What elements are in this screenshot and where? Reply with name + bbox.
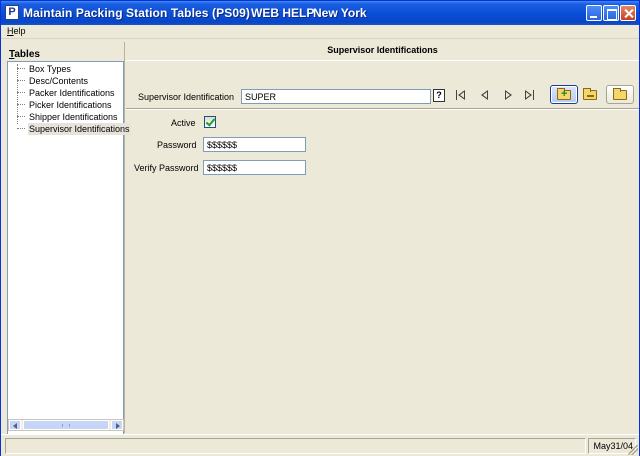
page-title: Supervisor Identifications: [327, 45, 438, 55]
first-record-icon[interactable]: [454, 89, 468, 102]
delete-record-button[interactable]: [579, 85, 601, 104]
app-window: P Maintain Packing Station Tables (PS09)…: [0, 0, 640, 456]
add-folder-icon: [557, 88, 571, 100]
supervisor-id-input[interactable]: SUPER: [241, 89, 431, 104]
divider: [126, 60, 639, 61]
status-bar: May31/04: [1, 434, 639, 456]
close-button[interactable]: [620, 5, 636, 21]
open-folder-icon: [613, 88, 627, 100]
tree-item-label: Shipper Identifications: [29, 112, 118, 122]
tree-horizontal-scrollbar[interactable]: [8, 419, 124, 431]
menu-help[interactable]: Help: [7, 26, 26, 36]
tables-tree[interactable]: Box Types Desc/Contents Packer Identific…: [7, 61, 131, 456]
active-checkbox[interactable]: [204, 116, 216, 128]
next-record-icon[interactable]: [501, 89, 515, 102]
maximize-button[interactable]: [603, 5, 619, 21]
previous-record-icon[interactable]: [478, 89, 492, 102]
scrollbar-thumb[interactable]: [23, 420, 109, 430]
scroll-right-arrow-icon[interactable]: [111, 420, 123, 430]
minimize-button[interactable]: [586, 5, 602, 21]
verify-password-field[interactable]: $$$$$$: [203, 160, 306, 175]
add-record-button[interactable]: [550, 85, 578, 104]
main-panel: Supervisor Identifications Supervisor Id…: [126, 42, 639, 433]
tree-item-label: Supervisor Identifications: [28, 123, 131, 135]
tables-panel: Tables Box Types Desc/Contents Packer Id…: [5, 42, 131, 456]
open-record-button[interactable]: [606, 85, 634, 104]
location-label: New York: [313, 6, 367, 20]
menu-bar: Help: [1, 25, 639, 39]
verify-password-label: Verify Password: [134, 163, 199, 173]
title-bar[interactable]: P Maintain Packing Station Tables (PS09)…: [1, 1, 639, 25]
tree-connector: [17, 64, 18, 124]
window-title: Maintain Packing Station Tables (PS09): [23, 6, 250, 20]
tables-label: Tables: [9, 49, 40, 60]
resize-grip-icon[interactable]: [628, 445, 638, 455]
active-label: Active: [171, 118, 196, 128]
last-record-icon[interactable]: [522, 89, 536, 102]
password-label: Password: [157, 140, 197, 150]
password-field[interactable]: $$$$$$: [203, 137, 306, 152]
status-message: [5, 438, 586, 454]
scroll-left-arrow-icon[interactable]: [9, 420, 21, 430]
tree-item-label: Box Types: [29, 64, 71, 74]
tree-item-label: Desc/Contents: [29, 76, 89, 86]
remove-folder-icon: [583, 88, 597, 100]
lookup-help-button[interactable]: ?: [433, 89, 445, 102]
supervisor-id-label: Supervisor Identification: [138, 92, 235, 102]
tree-item-label: Picker Identifications: [29, 100, 112, 110]
app-icon[interactable]: P: [5, 5, 19, 20]
tree-item-label: Packer Identifications: [29, 88, 115, 98]
divider: [126, 108, 639, 110]
web-help-link[interactable]: WEB HELP: [251, 6, 314, 20]
